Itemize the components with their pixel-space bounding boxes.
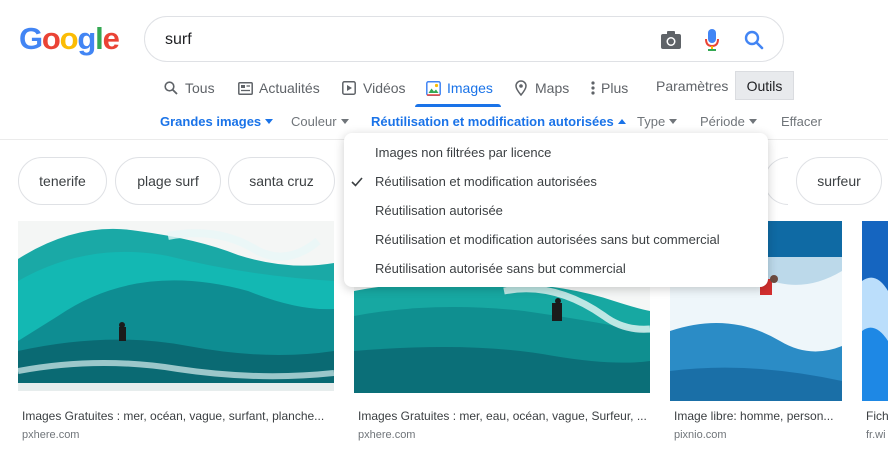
logo-letter: G — [19, 21, 43, 56]
result-title: Images Gratuites : mer, océan, vague, su… — [22, 409, 325, 423]
tab-label: Plus — [601, 80, 629, 96]
pin-icon — [513, 80, 529, 96]
logo-letter: l — [95, 21, 104, 56]
image-result[interactable]: Fich fr.wi — [862, 221, 888, 441]
menu-item[interactable]: Réutilisation et modification autorisées… — [344, 225, 768, 254]
period-filter[interactable]: Période — [700, 109, 757, 135]
tab-label: Actualités — [259, 80, 320, 96]
tab-label: Vidéos — [363, 80, 406, 96]
filter-label: Période — [700, 114, 745, 129]
size-filter[interactable]: Grandes images — [160, 109, 274, 135]
result-thumbnail — [18, 221, 334, 391]
search-input[interactable] — [165, 29, 635, 51]
menu-item-label: Réutilisation et modification autorisées… — [375, 232, 720, 247]
menu-item-label: Réutilisation autorisée sans but commerc… — [375, 261, 626, 276]
related-search-chip[interactable]: plage surf — [115, 157, 221, 205]
microphone-icon[interactable] — [700, 28, 724, 52]
play-icon — [341, 80, 357, 96]
usage-rights-filter[interactable]: Réutilisation et modification autorisées — [371, 109, 626, 135]
menu-item[interactable]: Réutilisation autorisée sans but commerc… — [344, 254, 768, 283]
menu-item[interactable]: Images non filtrées par licence — [344, 138, 768, 167]
result-title: Image libre: homme, person... — [674, 409, 834, 423]
menu-item-label: Réutilisation autorisée — [375, 203, 503, 218]
filter-label: Grandes images — [160, 114, 262, 129]
caret-down-icon — [340, 119, 349, 125]
google-logo[interactable]: Google — [19, 21, 120, 57]
dots-icon — [589, 80, 597, 96]
color-filter[interactable]: Couleur — [291, 109, 349, 135]
related-search-chip[interactable]: santa cruz — [228, 157, 335, 205]
image-result[interactable]: Images Gratuites : mer, océan, vague, su… — [18, 221, 334, 441]
result-title: Images Gratuites : mer, eau, océan, vagu… — [358, 409, 647, 423]
caret-down-icon — [265, 119, 274, 125]
filter-label: Type — [637, 114, 666, 129]
related-search-chip[interactable]: tenerife — [18, 157, 107, 205]
image-icon — [425, 80, 441, 96]
tab-plus[interactable]: Plus — [589, 70, 628, 106]
related-search-chip[interactable]: surfeur — [796, 157, 882, 205]
result-source: fr.wi — [866, 429, 886, 441]
checkmark-icon — [351, 167, 365, 196]
result-source: pxhere.com — [22, 429, 80, 441]
tab-tous[interactable]: Tous — [163, 70, 215, 106]
camera-icon[interactable] — [659, 28, 683, 52]
magnifier-icon — [163, 80, 179, 96]
usage-rights-menu: Images non filtrées par licence Réutilis… — [344, 133, 768, 287]
menu-item[interactable]: Réutilisation autorisée — [344, 196, 768, 225]
caret-up-icon — [617, 119, 626, 125]
tab-images[interactable]: Images — [425, 70, 493, 106]
result-source: pixnio.com — [674, 429, 727, 441]
result-source: pxhere.com — [358, 429, 416, 441]
filter-label: Réutilisation et modification autorisées — [371, 114, 614, 129]
tab-label: Tous — [185, 80, 215, 96]
settings-link[interactable]: Paramètres — [656, 70, 728, 106]
tab-actualites[interactable]: Actualités — [237, 70, 320, 106]
result-thumbnail — [862, 221, 888, 401]
filter-label: Couleur — [291, 114, 337, 129]
menu-item-selected[interactable]: Réutilisation et modification autorisées — [344, 167, 768, 196]
caret-down-icon — [748, 119, 757, 125]
clear-filters-link[interactable]: Effacer — [781, 109, 822, 135]
logo-letter: o — [59, 21, 79, 56]
tab-maps[interactable]: Maps — [513, 70, 569, 106]
tools-filter-bar: Grandes images Couleur Réutilisation et … — [0, 109, 888, 135]
menu-item-label: Réutilisation et modification autorisées — [375, 174, 597, 189]
menu-item-label: Images non filtrées par licence — [375, 145, 552, 160]
newspaper-icon — [237, 80, 253, 96]
tab-videos[interactable]: Vidéos — [341, 70, 406, 106]
search-icon[interactable] — [742, 28, 766, 52]
tab-label: Maps — [535, 80, 570, 96]
tools-button[interactable]: Outils — [735, 71, 794, 100]
type-filter[interactable]: Type — [637, 109, 678, 135]
search-box — [144, 16, 784, 62]
caret-down-icon — [669, 119, 678, 125]
logo-letter: e — [102, 21, 120, 56]
active-tab-indicator — [415, 104, 501, 107]
logo-letter: g — [77, 21, 96, 56]
tab-label: Images — [447, 80, 493, 96]
result-title: Fich — [866, 409, 888, 423]
logo-letter: o — [41, 21, 61, 56]
